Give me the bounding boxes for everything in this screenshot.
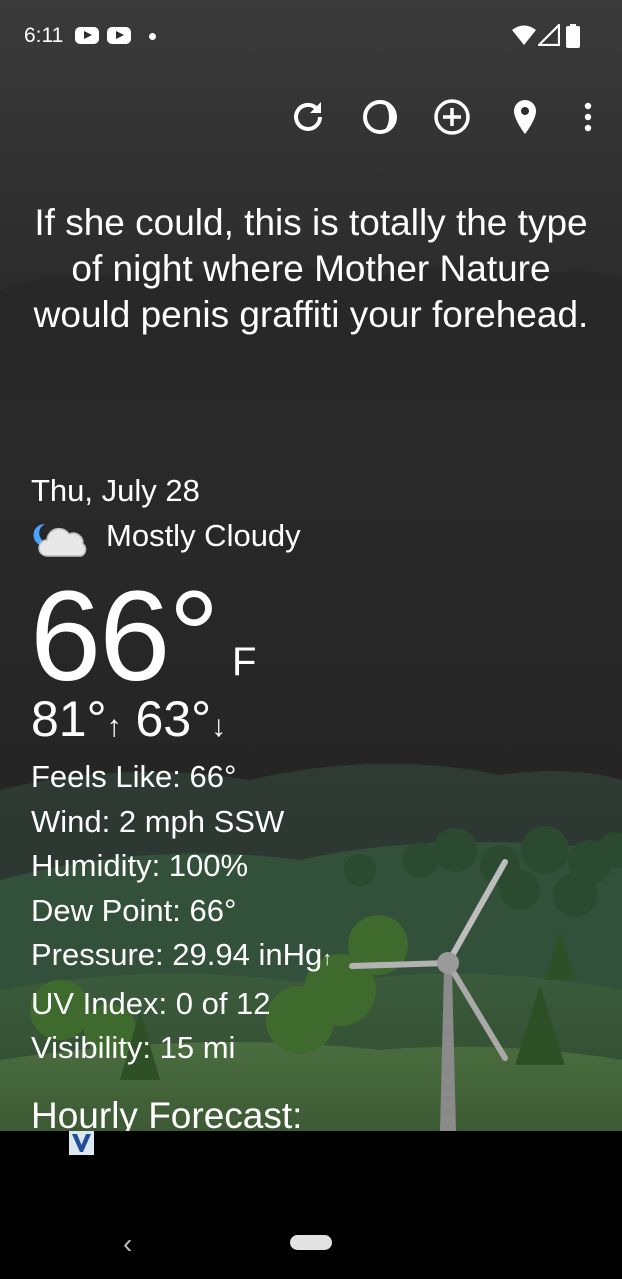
cell-signal-icon xyxy=(538,24,560,46)
condition-text: Mostly Cloudy xyxy=(106,518,301,553)
uv-index: UV Index: 0 of 12 xyxy=(31,985,271,1021)
weather-quote: If she could, this is totally the type o… xyxy=(33,202,589,335)
feels-like: Feels Like: 66° xyxy=(31,759,237,794)
location-button[interactable] xyxy=(504,96,546,138)
forecast-date: Thu, July 28 xyxy=(31,473,200,508)
home-button[interactable] xyxy=(290,1235,332,1250)
more-notifications-dot-icon xyxy=(149,33,156,40)
moon-cloud-icon xyxy=(33,523,87,557)
youtube-notification-icon xyxy=(75,27,99,44)
visibility: Visibility: 15 mi xyxy=(31,1030,236,1065)
add-icon xyxy=(434,99,470,135)
youtube-notification-icon xyxy=(107,27,131,44)
up-arrow-icon: ↑ xyxy=(106,710,122,743)
battery-icon xyxy=(566,24,580,48)
theme-icon xyxy=(363,100,397,134)
dew-point: Dew Point: 66° xyxy=(31,892,237,928)
wind: Wind: 2 mph SSW xyxy=(31,803,285,839)
high-low-temperatures: 81°↑ 63°↓ xyxy=(31,690,226,748)
status-time: 6:11 xyxy=(24,24,64,47)
down-arrow-icon: ↓ xyxy=(211,710,227,743)
weather-details: Feels Like: 66° Wind: 2 mph SSW Humidity… xyxy=(31,755,332,1071)
refresh-button[interactable] xyxy=(287,96,329,138)
humidity: Humidity: 100% xyxy=(31,848,249,883)
theme-button[interactable] xyxy=(359,96,401,138)
location-pin-icon xyxy=(514,100,536,134)
high-temperature: 81° xyxy=(31,691,107,747)
refresh-icon xyxy=(294,102,322,131)
more-options-button[interactable] xyxy=(568,96,608,138)
app-logo-icon xyxy=(69,1131,94,1155)
temperature-unit: F xyxy=(232,640,257,684)
add-location-button[interactable] xyxy=(431,96,473,138)
more-vert-icon xyxy=(584,102,592,132)
low-temperature: 63° xyxy=(135,691,212,747)
status-bar: 6:11 xyxy=(0,0,622,72)
wifi-icon xyxy=(512,25,536,45)
pressure-row: Pressure: 29.94 inHg↑ xyxy=(31,933,332,982)
pressure: Pressure: 29.94 inHg xyxy=(31,937,323,972)
rising-arrow-icon: ↑ xyxy=(322,948,333,970)
back-button[interactable]: ‹ xyxy=(123,1228,132,1260)
